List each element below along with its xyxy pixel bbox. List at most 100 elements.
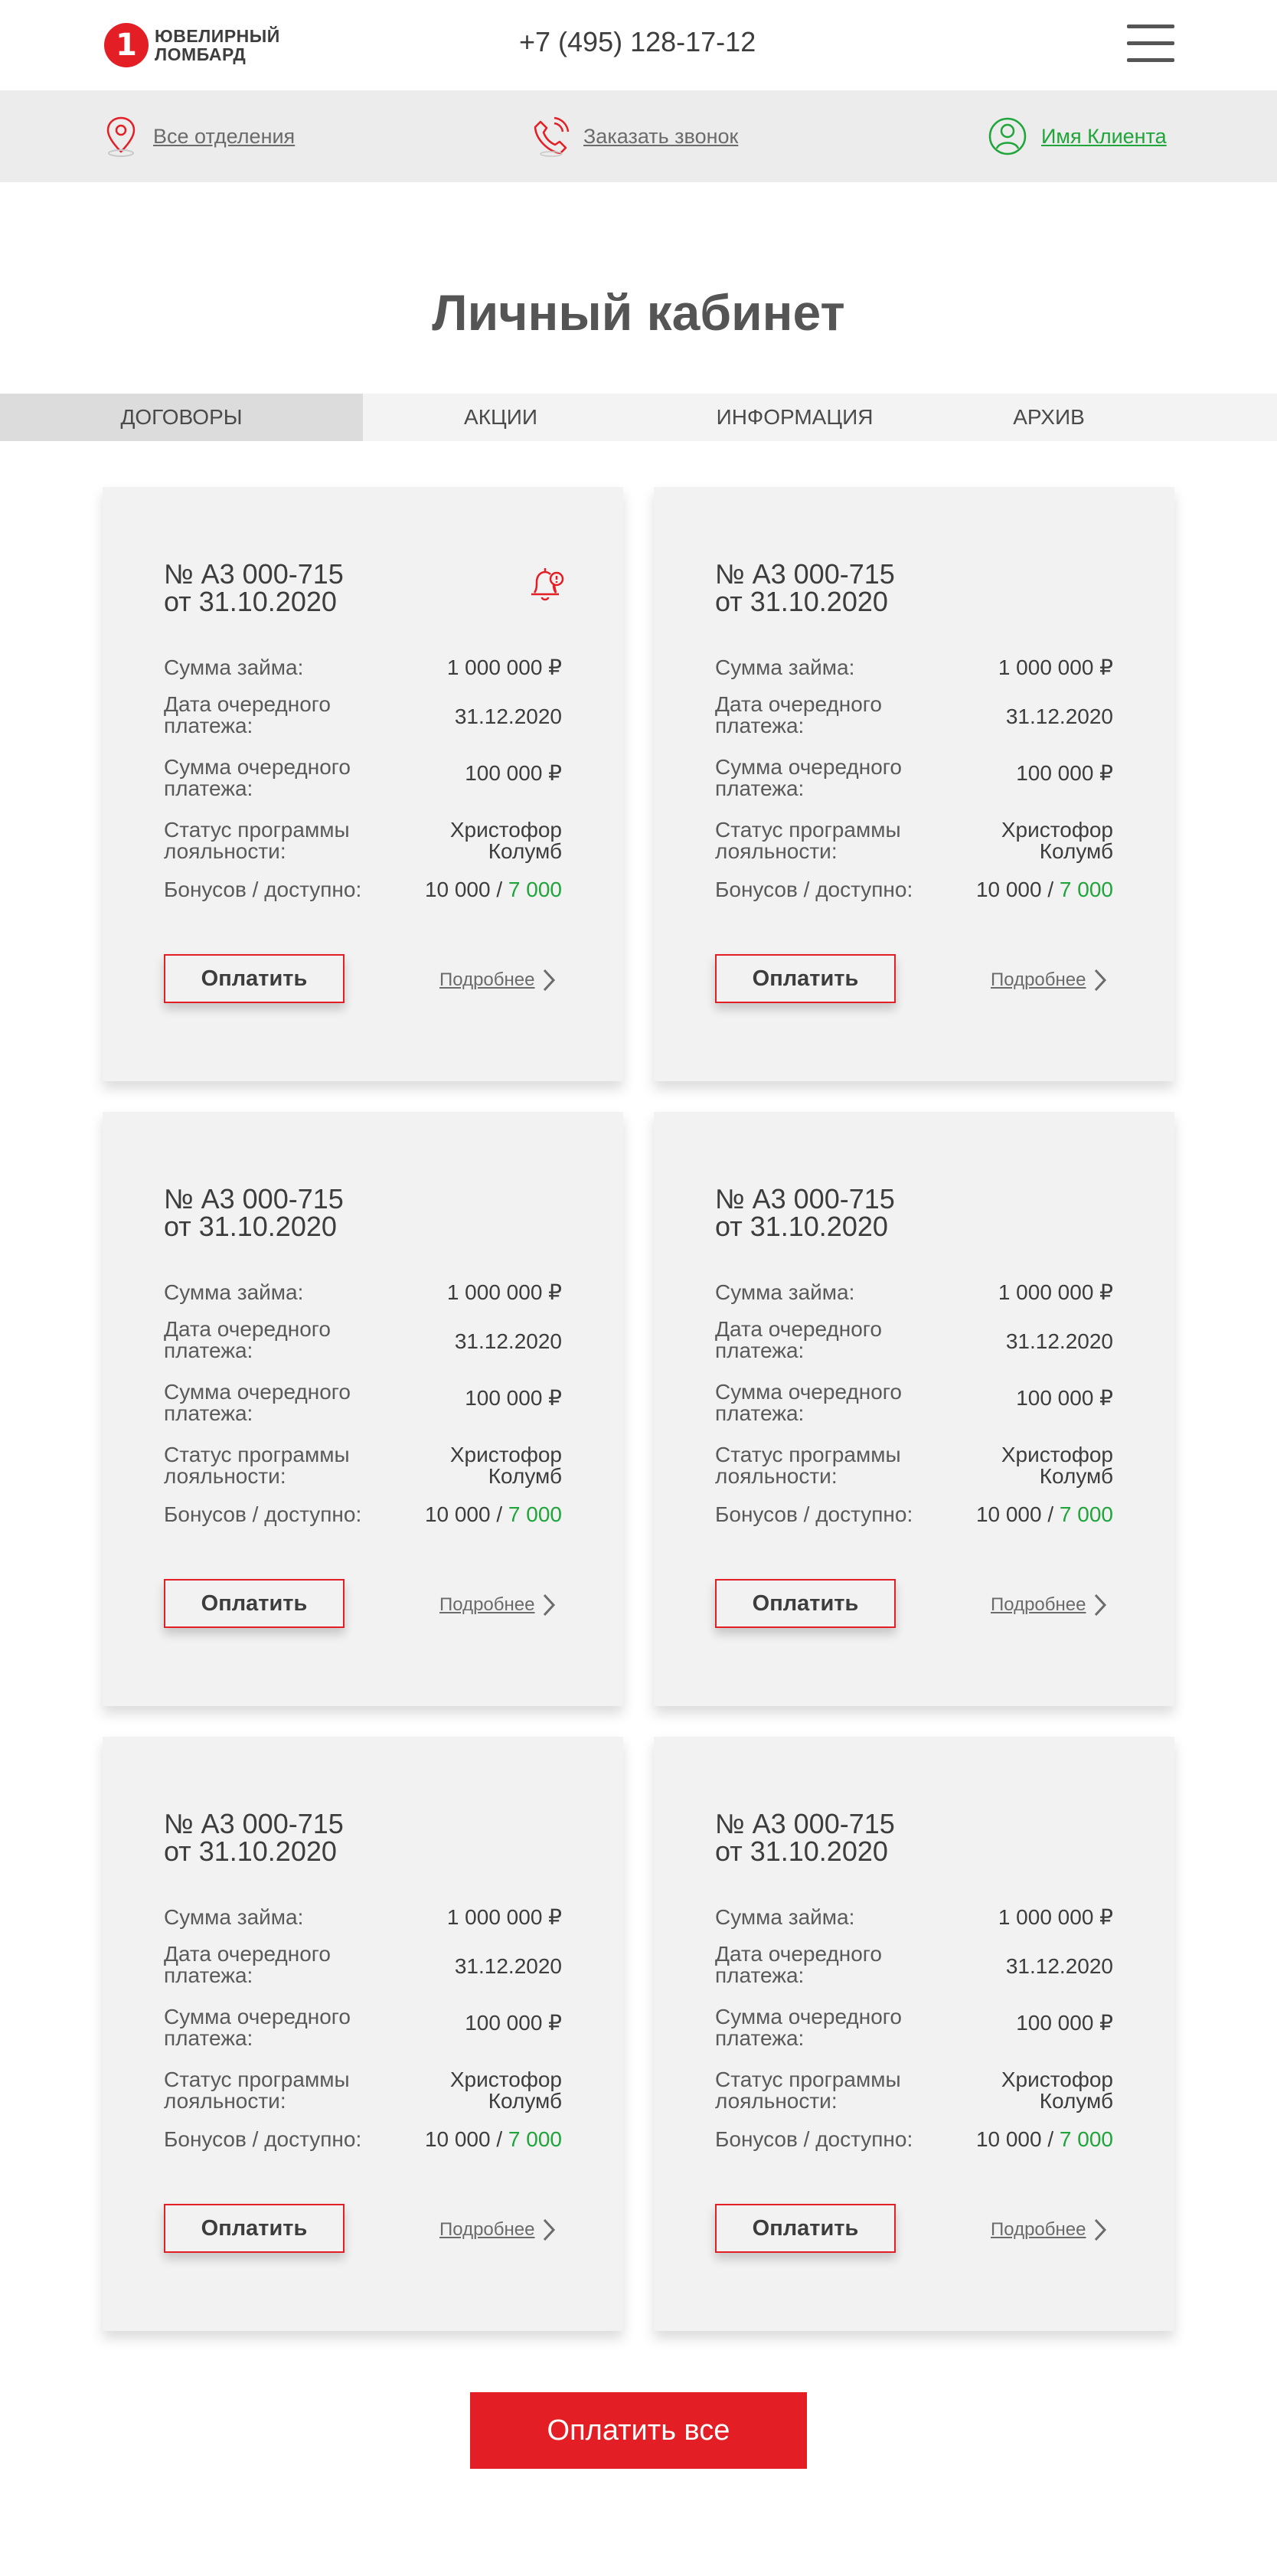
next-date-row: Дата очередного платежа: 31.12.2020 xyxy=(715,1943,1113,1988)
bonus-available: 7 000 xyxy=(1059,1502,1113,1526)
bonus-value: 10 000 / 7 000 xyxy=(425,2129,562,2150)
pay-button[interactable]: Оплатить xyxy=(715,2204,896,2253)
tab-contracts[interactable]: ДОГОВОРЫ xyxy=(0,394,363,441)
loyalty-value: Христофор Колумб xyxy=(450,819,562,862)
logo[interactable]: 1 ЮВЕЛИРНЫЙ ЛОМБАРД xyxy=(104,21,280,70)
details-link-label: Подробнее xyxy=(439,969,535,990)
tab-promotions[interactable]: АКЦИИ xyxy=(363,394,638,441)
next-date-label-line2: платежа: xyxy=(715,714,805,737)
pay-button[interactable]: Оплатить xyxy=(715,1579,896,1628)
bonus-total: 10 000 / xyxy=(424,2127,503,2151)
bonus-label: Бонусов / доступно: xyxy=(164,2127,362,2151)
loan-sum-row: Сумма займа: 1 000 000 ₽ xyxy=(164,657,562,680)
bonus-row: Бонусов / доступно: 10 000 / 7 000 xyxy=(164,1504,562,1527)
bonus-row: Бонусов / доступно: 10 000 / 7 000 xyxy=(715,879,1113,902)
details-link-label: Подробнее xyxy=(439,1594,535,1615)
loyalty-label-line1: Статус программы xyxy=(715,818,901,842)
phone-number[interactable]: +7 (495) 128-17-12 xyxy=(519,26,756,58)
next-sum-label: Сумма очередного платежа: xyxy=(164,2006,378,2049)
details-link[interactable]: Подробнее xyxy=(991,1593,1107,1617)
loan-sum-label: Сумма займа: xyxy=(715,1905,855,1929)
next-sum-label: Сумма очередного платежа: xyxy=(164,1381,378,1424)
next-sum-label-line2: платежа: xyxy=(715,2026,805,2050)
loyalty-value-line1: Христофор xyxy=(449,818,562,842)
bonus-available: 7 000 xyxy=(508,878,562,901)
tab-archive[interactable]: АРХИВ xyxy=(951,394,1147,441)
details-link[interactable]: Подробнее xyxy=(439,1593,556,1617)
loyalty-row: Статус программы лояльности: Христофор К… xyxy=(164,2069,562,2113)
chevron-right-icon xyxy=(544,969,556,992)
loyalty-value-line1: Христофор xyxy=(1001,818,1113,842)
branches-link[interactable]: Все отделения xyxy=(103,90,295,182)
loyalty-value: Христофор Колумб xyxy=(1001,2069,1113,2112)
details-link-label: Подробнее xyxy=(439,2219,535,2240)
loyalty-label: Статус программы лояльности: xyxy=(164,819,378,862)
loyalty-value: Христофор Колумб xyxy=(450,2069,562,2112)
next-sum-row: Сумма очередного платежа: 100 000 ₽ xyxy=(715,1381,1113,1426)
contract-date: от 31.10.2020 xyxy=(164,586,337,617)
next-sum-label: Сумма очередного платежа: xyxy=(715,1381,929,1424)
page-title: Личный кабинет xyxy=(432,284,845,341)
loyalty-label-line1: Статус программы xyxy=(164,1443,350,1466)
next-date-label: Дата очередного платежа: xyxy=(164,1319,378,1362)
pay-button[interactable]: Оплатить xyxy=(164,2204,345,2253)
loyalty-label-line2: лояльности: xyxy=(164,2089,286,2113)
details-link[interactable]: Подробнее xyxy=(439,968,556,992)
next-sum-value: 100 000 ₽ xyxy=(1016,2011,1113,2035)
client-profile-link[interactable]: Имя Клиента xyxy=(988,90,1167,182)
next-date-label-line2: платежа: xyxy=(715,1339,805,1362)
bonus-row: Бонусов / доступно: 10 000 / 7 000 xyxy=(715,2129,1113,2152)
site-header: 1 ЮВЕЛИРНЫЙ ЛОМБАРД +7 (495) 128-17-12 xyxy=(0,0,1277,90)
loyalty-label: Статус программы лояльности: xyxy=(164,1444,378,1487)
bonus-total: 10 000 / xyxy=(975,1502,1054,1526)
pay-button[interactable]: Оплатить xyxy=(164,954,345,1003)
details-link[interactable]: Подробнее xyxy=(439,2218,556,2242)
next-date-value: 31.12.2020 xyxy=(1005,1329,1113,1353)
user-icon xyxy=(988,117,1027,155)
details-link[interactable]: Подробнее xyxy=(991,968,1107,992)
next-date-label-line1: Дата очередного xyxy=(164,1317,331,1341)
loan-sum-value: 1 000 000 ₽ xyxy=(446,1280,562,1304)
contract-number: № А3 000-715 от 31.10.2020 xyxy=(715,561,895,616)
pay-button[interactable]: Оплатить xyxy=(164,1579,345,1628)
loyalty-label-line2: лояльности: xyxy=(715,2089,838,2113)
contract-number: № А3 000-715 от 31.10.2020 xyxy=(164,1185,344,1241)
loan-sum-value: 1 000 000 ₽ xyxy=(998,655,1113,679)
pay-button[interactable]: Оплатить xyxy=(715,954,896,1003)
loyalty-value-line2: Колумб xyxy=(488,2089,562,2113)
loyalty-value: Христофор Колумб xyxy=(450,1444,562,1487)
bonus-label: Бонусов / доступно: xyxy=(715,2127,913,2151)
logo-mark: 1 xyxy=(104,23,149,67)
pay-all-button[interactable]: Оплатить все xyxy=(470,2392,807,2469)
loan-sum-label: Сумма займа: xyxy=(164,1905,304,1929)
next-sum-label-line1: Сумма очередного xyxy=(164,2005,351,2028)
bonus-value: 10 000 / 7 000 xyxy=(425,879,562,901)
details-link-label: Подробнее xyxy=(991,1594,1086,1615)
contract-date: от 31.10.2020 xyxy=(164,1211,337,1242)
next-date-label: Дата очередного платежа: xyxy=(715,1943,929,1986)
next-sum-label-line2: платежа: xyxy=(164,1401,253,1425)
loyalty-label: Статус программы лояльности: xyxy=(715,1444,929,1487)
loan-sum-row: Сумма займа: 1 000 000 ₽ xyxy=(164,1282,562,1305)
loyalty-label: Статус программы лояльности: xyxy=(164,2069,378,2112)
callback-link[interactable]: Заказать звонок xyxy=(531,90,738,182)
next-sum-label-line1: Сумма очередного xyxy=(164,755,351,779)
bonus-label: Бонусов / доступно: xyxy=(164,1502,362,1526)
loan-sum-row: Сумма займа: 1 000 000 ₽ xyxy=(715,1282,1113,1305)
contract-number: № А3 000-715 от 31.10.2020 xyxy=(715,1810,895,1865)
next-sum-label: Сумма очередного платежа: xyxy=(715,757,929,799)
loyalty-row: Статус программы лояльности: Христофор К… xyxy=(715,1444,1113,1489)
loan-sum-value: 1 000 000 ₽ xyxy=(446,655,562,679)
details-link[interactable]: Подробнее xyxy=(991,2218,1107,2242)
bell-alert-icon[interactable] xyxy=(524,564,567,606)
next-date-label: Дата очередного платежа: xyxy=(715,694,929,737)
bonus-label: Бонусов / доступно: xyxy=(164,878,362,901)
contract-card: № А3 000-715 от 31.10.2020 Сумма займа: … xyxy=(654,487,1174,1081)
next-date-value: 31.12.2020 xyxy=(454,704,562,728)
contract-number: № А3 000-715 от 31.10.2020 xyxy=(164,561,344,616)
chevron-right-icon xyxy=(1095,2218,1107,2241)
tab-information[interactable]: ИНФОРМАЦИЯ xyxy=(638,394,951,441)
bonus-label: Бонусов / доступно: xyxy=(715,1502,913,1526)
loyalty-row: Статус программы лояльности: Христофор К… xyxy=(164,819,562,864)
burger-menu-icon[interactable] xyxy=(1127,25,1174,63)
